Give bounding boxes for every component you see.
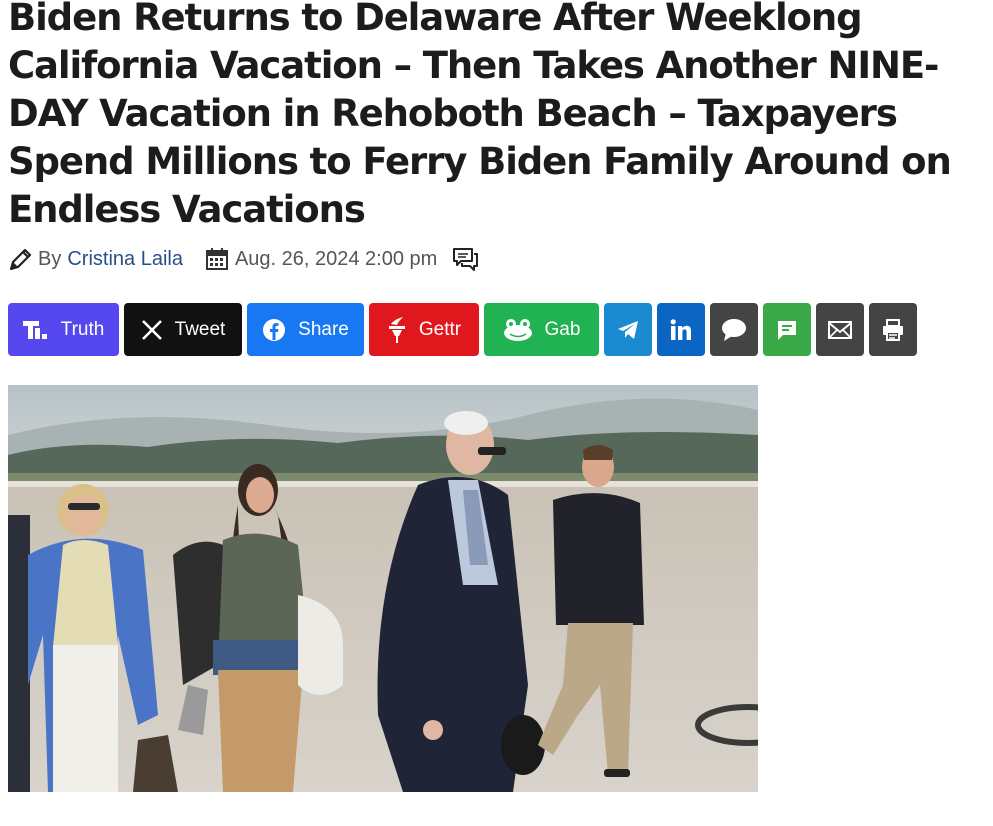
tweet-share-label: Tweet: [174, 318, 226, 340]
sms-icon: [776, 319, 798, 341]
speech-bubble-icon: [721, 318, 747, 342]
author-link[interactable]: Cristina Laila: [67, 248, 183, 271]
tweet-share-button[interactable]: Tweet: [124, 303, 242, 356]
share-bar: Truth Tweet Share Gettr Gab: [8, 303, 917, 356]
x-icon: [141, 319, 163, 341]
calendar-icon: [205, 248, 228, 270]
gettr-share-label: Gettr: [418, 318, 462, 340]
gettr-share-button[interactable]: Gettr: [369, 303, 479, 356]
pencil-icon: [9, 248, 32, 271]
telegram-icon: [617, 320, 639, 340]
gab-frog-icon: [503, 318, 533, 342]
envelope-icon: [828, 320, 852, 339]
linkedin-icon: [669, 318, 693, 342]
article-photo: [8, 385, 758, 792]
gab-share-label: Gab: [544, 318, 581, 340]
comments-icon[interactable]: [451, 246, 479, 272]
facebook-share-button[interactable]: Share: [247, 303, 364, 356]
article-meta: By Cristina Laila Aug. 26, 2024 2:00 pm: [8, 243, 479, 275]
gab-share-button[interactable]: Gab: [484, 303, 599, 356]
article-page: Biden Returns to Delaware After Weeklong…: [0, 0, 993, 826]
email-share-button[interactable]: [816, 303, 864, 356]
truth-share-label: Truth: [60, 318, 105, 340]
comment-share-button[interactable]: [710, 303, 758, 356]
facebook-icon: [262, 318, 286, 342]
telegram-share-button[interactable]: [604, 303, 652, 356]
publish-date: Aug. 26, 2024 2:00 pm: [234, 247, 438, 270]
byline-prefix: By: [38, 247, 62, 270]
printer-icon: [881, 318, 905, 342]
truth-social-icon: [22, 319, 49, 341]
tarmac-photo-illustration: [8, 385, 758, 792]
print-share-button[interactable]: [869, 303, 917, 356]
gettr-icon: [387, 316, 407, 344]
truth-share-button[interactable]: Truth: [8, 303, 119, 356]
sms-share-button[interactable]: [763, 303, 811, 356]
facebook-share-label: Share: [298, 318, 349, 340]
linkedin-share-button[interactable]: [657, 303, 705, 356]
article-headline: Biden Returns to Delaware After Weeklong…: [8, 0, 952, 231]
